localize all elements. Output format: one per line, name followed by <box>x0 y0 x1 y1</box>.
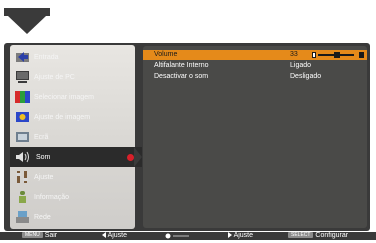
help-bar: MENU Sair Ajuste Ajuste SELECT Configura… <box>0 232 376 240</box>
menu-item-label: Ecrã <box>34 133 49 141</box>
network-icon <box>16 211 29 223</box>
internal-speaker-label: Altifalante Interno <box>154 62 209 69</box>
pc-adjust-icon <box>16 71 29 83</box>
left-arrow-icon <box>102 232 106 239</box>
mute-row[interactable]: Desactivar o som Desligado <box>143 72 367 82</box>
volume-value: 33 <box>290 51 298 58</box>
exit-label: Sair <box>44 232 58 239</box>
configure-hint[interactable]: SELECT Configurar <box>288 232 348 240</box>
slider-thumb[interactable] <box>333 52 340 58</box>
input-icon <box>16 52 29 62</box>
sound-icon <box>16 151 29 163</box>
volume-slider[interactable] <box>312 52 364 58</box>
scroll-up-arrow-icon[interactable] <box>4 8 50 36</box>
screen-icon <box>16 132 29 142</box>
menu-item-ajuste-de-pc[interactable]: Ajuste de PC <box>10 67 135 87</box>
menu-item-label: Selecionar imagem <box>34 93 94 101</box>
menu-item-label: Ajuste <box>34 173 54 181</box>
exit-hint[interactable]: MENU Sair <box>22 232 57 240</box>
internal-speaker-row[interactable]: Altifalante Interno Ligado <box>143 61 367 71</box>
configure-label: Configurar <box>315 232 349 239</box>
mute-label: Desactivar o som <box>154 73 209 80</box>
menu-item-label: Ajuste de PC <box>34 73 75 81</box>
menu-item-entrada[interactable]: Entrada <box>10 47 135 67</box>
menu-item-selecionar-imagem[interactable]: Selecionar imagem <box>10 87 135 107</box>
right-arrow-icon <box>228 232 232 239</box>
menu-item-label: Informação <box>34 193 70 201</box>
slider-min-icon <box>312 52 316 58</box>
select-key-icon: SELECT <box>288 232 314 239</box>
slider-hint-icon <box>164 232 190 240</box>
sound-settings-panel: Volume 33 Altifalante Interno Ligado Des… <box>143 46 367 228</box>
mute-value: Desligado <box>290 73 322 80</box>
adjust-right-hint[interactable]: Ajuste <box>228 232 253 240</box>
menu-item-som[interactable]: Som <box>10 147 142 167</box>
menu-item-label: Som <box>36 153 51 161</box>
adjust-left-label: Ajuste <box>107 232 128 239</box>
menu-item-label: Rede <box>34 213 51 221</box>
setting-icon <box>16 171 28 183</box>
adjust-right-label: Ajuste <box>233 232 254 239</box>
menu-item-label: Ajuste de imagem <box>34 113 91 121</box>
menu-key-icon: MENU <box>22 232 43 239</box>
internal-speaker-value: Ligado <box>290 62 312 69</box>
selection-pointer-icon <box>134 147 142 167</box>
menu-item-ajuste-de-imagem[interactable]: Ajuste de imagem <box>10 107 135 127</box>
menu-item-ajuste[interactable]: Ajuste <box>10 167 135 187</box>
volume-label: Volume <box>154 51 178 58</box>
menu-item-label: Entrada <box>34 53 59 61</box>
adjust-left-hint[interactable]: Ajuste <box>102 232 127 240</box>
selected-indicator-icon <box>127 154 134 161</box>
menu-item-rede[interactable]: Rede <box>10 207 135 227</box>
information-icon <box>19 191 26 203</box>
osd-menu-window: Entrada Ajuste de PC Selecionar imagem A… <box>4 43 370 231</box>
image-adjust-icon <box>16 112 29 122</box>
image-select-icon <box>15 91 30 103</box>
volume-row[interactable]: Volume 33 <box>143 50 367 60</box>
slider-max-icon <box>359 52 364 58</box>
main-menu-panel: Entrada Ajuste de PC Selecionar imagem A… <box>10 45 142 229</box>
menu-item-informacao[interactable]: Informação <box>10 187 135 207</box>
menu-item-ecra[interactable]: Ecrã <box>10 127 135 147</box>
